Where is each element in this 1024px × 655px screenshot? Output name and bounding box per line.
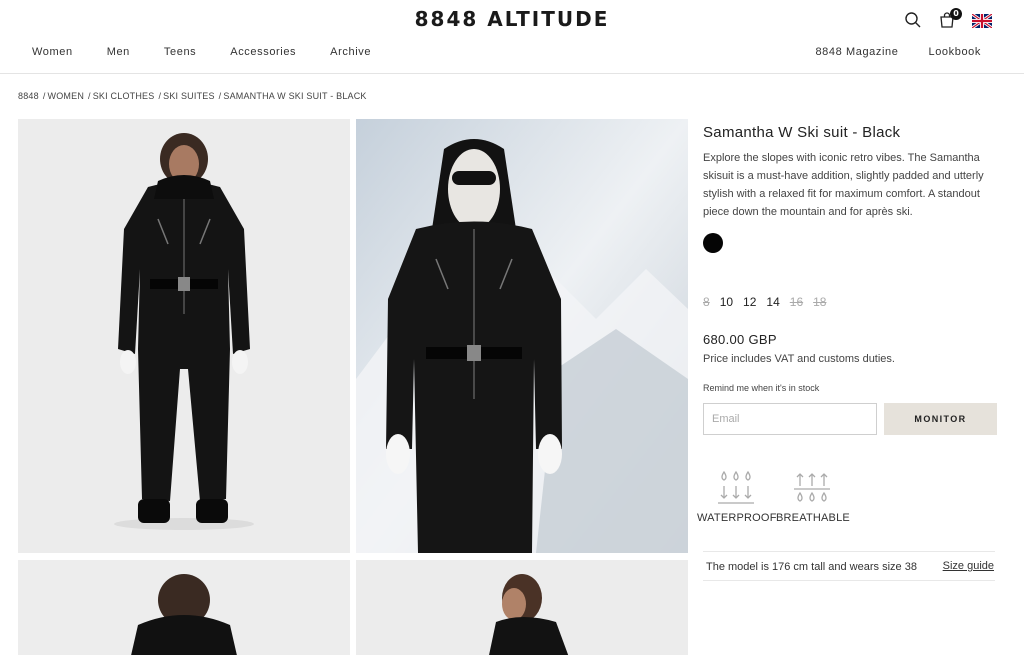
size-guide-link[interactable]: Size guide xyxy=(943,560,994,572)
vat-note: Price includes VAT and customs duties. xyxy=(703,353,895,365)
feature-breathable: BREATHABLE xyxy=(776,470,850,524)
monitor-button[interactable]: MONITOR xyxy=(884,403,997,435)
size-option[interactable]: 12 xyxy=(743,295,756,309)
size-option[interactable]: 16 xyxy=(790,295,803,309)
divider xyxy=(703,580,995,581)
waterproof-icon xyxy=(718,470,754,504)
size-option[interactable]: 10 xyxy=(720,295,733,309)
breadcrumb-current: SAMANTHA W SKI SUIT - BLACK xyxy=(223,91,367,101)
size-option[interactable]: 8 xyxy=(703,295,710,309)
breadcrumb-item[interactable]: WOMEN xyxy=(48,91,85,101)
size-selector: 8 10 12 14 16 18 xyxy=(703,295,826,309)
email-field[interactable] xyxy=(703,403,877,435)
size-option[interactable]: 14 xyxy=(766,295,779,309)
header-divider xyxy=(0,73,1024,74)
stock-reminder-label: Remind me when it's in stock xyxy=(703,383,820,393)
nav-magazine[interactable]: 8848 Magazine xyxy=(815,46,898,58)
product-image-side[interactable] xyxy=(356,560,688,655)
nav-accessories[interactable]: Accessories xyxy=(230,46,296,58)
feature-label: BREATHABLE xyxy=(776,512,850,524)
model-size-note: The model is 176 cm tall and wears size … xyxy=(706,561,917,573)
breadcrumb-separator: / xyxy=(158,91,162,101)
feature-label: WATERPROOF xyxy=(697,512,777,524)
size-option[interactable]: 18 xyxy=(813,295,826,309)
product-image-back[interactable] xyxy=(18,560,350,655)
product-info: Samantha W Ski suit - Black Explore the … xyxy=(703,124,995,221)
breadcrumb-separator: / xyxy=(218,91,222,101)
breathable-icon xyxy=(794,473,830,502)
cart-count-badge: 0 xyxy=(950,8,962,20)
breadcrumb-item[interactable]: SKI CLOTHES xyxy=(93,91,155,101)
feature-waterproof: WATERPROOF xyxy=(697,470,777,524)
header-actions: 0 xyxy=(904,8,993,30)
product-description: Explore the slopes with iconic retro vib… xyxy=(703,152,984,218)
secondary-nav: 8848 Magazine Lookbook xyxy=(815,46,981,58)
uk-flag-icon[interactable] xyxy=(971,12,993,30)
breadcrumb-item[interactable]: SKI SUITES xyxy=(163,91,215,101)
brand-logo[interactable]: 8848 ALTITUDE xyxy=(0,7,1024,31)
search-icon[interactable] xyxy=(904,11,922,29)
product-title: Samantha W Ski suit - Black xyxy=(703,124,901,141)
shopping-bag-icon[interactable]: 0 xyxy=(938,8,962,29)
product-image-mountain[interactable] xyxy=(356,119,688,553)
breadcrumb-item[interactable]: 8848 xyxy=(18,91,39,101)
nav-archive[interactable]: Archive xyxy=(330,46,371,58)
main-nav: Women Men Teens Accessories Archive xyxy=(32,46,405,58)
nav-women[interactable]: Women xyxy=(32,46,73,58)
product-image-front[interactable] xyxy=(18,119,350,553)
nav-teens[interactable]: Teens xyxy=(164,46,196,58)
breadcrumb-separator: / xyxy=(42,91,46,101)
breadcrumb: 8848 / WOMEN / SKI CLOTHES / SKI SUITES … xyxy=(18,91,371,101)
divider xyxy=(703,551,995,552)
color-swatch-black[interactable] xyxy=(703,233,723,253)
nav-men[interactable]: Men xyxy=(107,46,130,58)
breadcrumb-separator: / xyxy=(88,91,91,101)
product-price: 680.00 GBP xyxy=(703,332,777,347)
nav-lookbook[interactable]: Lookbook xyxy=(928,46,981,58)
